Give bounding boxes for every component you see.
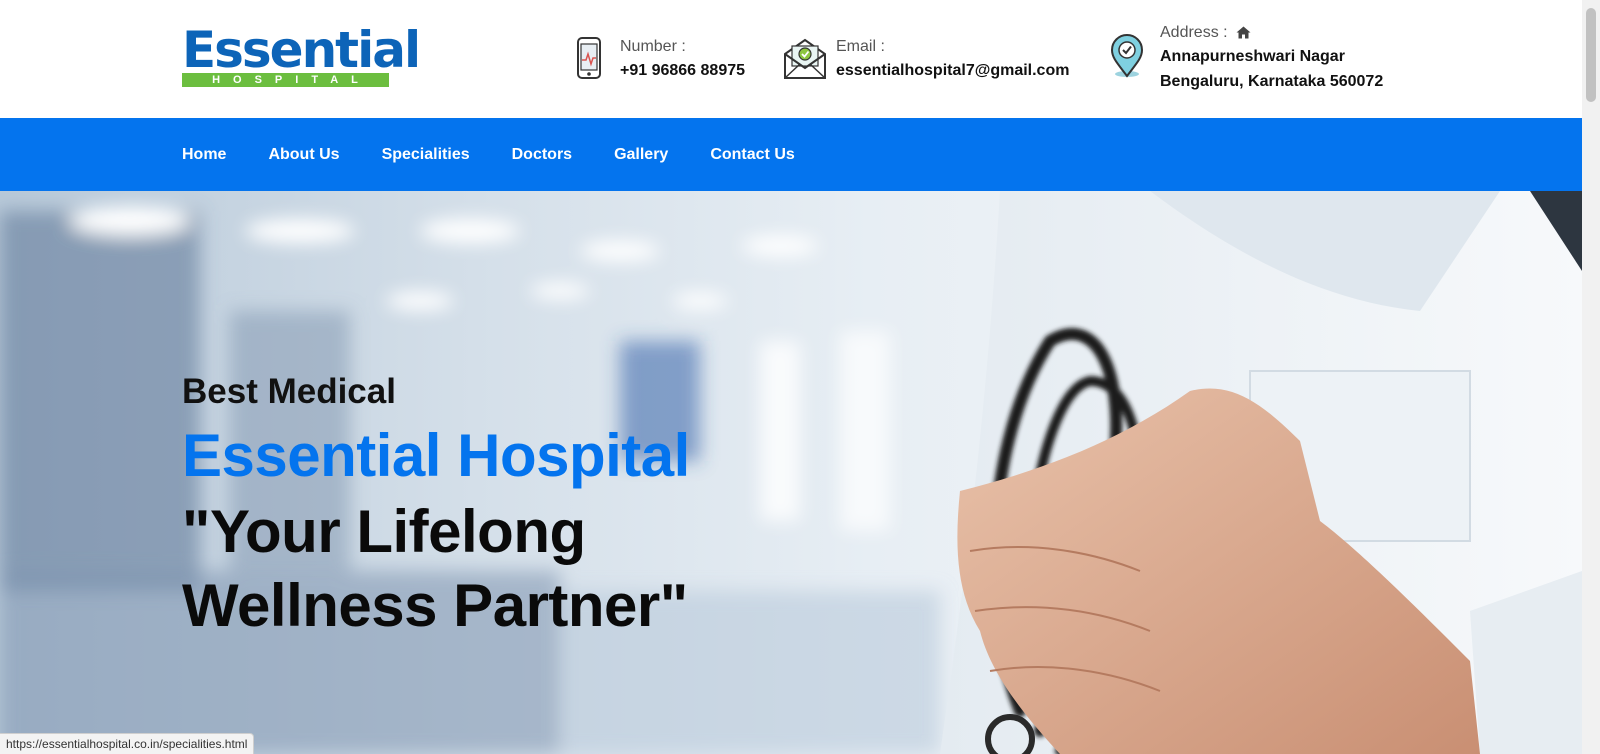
hero-text: Best Medical Essential Hospital "Your Li… xyxy=(182,369,742,643)
email-value[interactable]: essentialhospital7@gmail.com xyxy=(836,58,1069,83)
hero-title: Essential Hospital xyxy=(182,422,690,489)
address-label-row: Address : xyxy=(1160,22,1383,44)
nav-home[interactable]: Home xyxy=(182,146,226,164)
logo-subtitle: HOSPITAL xyxy=(182,73,389,87)
nav-menu: Home About Us Specialities Doctors Galle… xyxy=(182,118,837,191)
hero-tagline: "Your Lifelong Wellness Partner" xyxy=(182,498,688,639)
status-url-bar: https://essentialhospital.co.in/speciali… xyxy=(0,733,255,754)
location-pin-icon xyxy=(1110,34,1144,78)
contact-email: Email : essentialhospital7@gmail.com xyxy=(782,36,1069,83)
tablet-icon xyxy=(577,37,601,79)
address-line-2: Bengaluru, Karnataka 560072 xyxy=(1160,73,1384,90)
site-header: Essential HOSPITAL Number : +91 96866 88… xyxy=(0,0,1582,118)
phone-value[interactable]: +91 96866 88975 xyxy=(620,58,745,83)
address-line-1: Annapurneshwari Nagar xyxy=(1160,48,1345,65)
scrollbar-thumb[interactable] xyxy=(1586,8,1596,102)
page-scrollbar[interactable] xyxy=(1582,0,1600,754)
logo[interactable]: Essential HOSPITAL xyxy=(182,21,421,88)
email-label: Email : xyxy=(836,38,885,55)
hero-banner: Best Medical Essential Hospital "Your Li… xyxy=(0,191,1582,754)
nav-about-us[interactable]: About Us xyxy=(268,146,339,164)
envelope-check-icon xyxy=(784,38,826,79)
home-icon xyxy=(1236,26,1251,39)
nav-contact-us[interactable]: Contact Us xyxy=(710,146,794,164)
nav-doctors[interactable]: Doctors xyxy=(512,146,572,164)
address-label: Address : xyxy=(1160,24,1228,41)
nav-specialities[interactable]: Specialities xyxy=(382,146,470,164)
logo-wordmark: Essential xyxy=(182,21,421,79)
nav-gallery[interactable]: Gallery xyxy=(614,146,668,164)
hero-subheading: Best Medical xyxy=(182,372,396,411)
contact-address: Address : Annapurneshwari Nagar Bengalur… xyxy=(1106,22,1383,94)
main-navigation: Home About Us Specialities Doctors Galle… xyxy=(0,118,1582,191)
phone-label: Number : xyxy=(620,38,686,55)
contact-phone: Number : +91 96866 88975 xyxy=(566,36,745,83)
